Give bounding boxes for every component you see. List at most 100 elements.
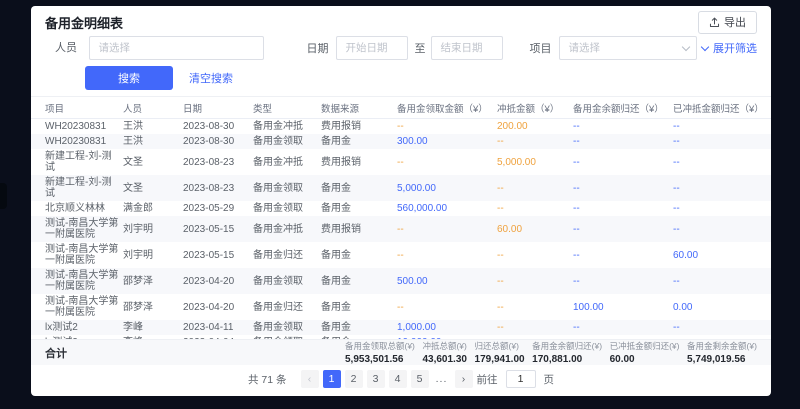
amount-cell: --	[397, 242, 497, 268]
table-row[interactable]: 北京顺义林林满金郎2023-05-29备用金领取备用金560,000.00---…	[31, 201, 771, 216]
table-row[interactable]: lx测试2李峰2023-04-11备用金领取备用金1,000.00------	[31, 320, 771, 335]
type-cell: 备用金归还	[253, 242, 321, 268]
page-button[interactable]: 1	[323, 370, 341, 388]
person-filter: 人员	[45, 36, 264, 60]
amount-cell: 1,000.00	[397, 320, 497, 335]
source-cell: 费用报销	[321, 119, 397, 134]
column-header: 类型	[253, 97, 321, 119]
prev-page-button[interactable]: ‹	[301, 370, 319, 388]
source-cell: 备用金	[321, 268, 397, 294]
amount-cell: --	[397, 119, 497, 134]
summary-stat-label: 备用金余额归还(¥)	[532, 340, 602, 352]
summary-title: 合计	[45, 345, 67, 361]
project-cell: 新建工程-刘-测试	[31, 175, 123, 201]
table-row[interactable]: WH20230831王洪2023-08-30备用金领取备用金300.00----…	[31, 134, 771, 149]
page-button[interactable]: 2	[345, 370, 363, 388]
date-cell: 2023-08-30	[183, 134, 253, 149]
date-end-input[interactable]	[431, 36, 503, 60]
summary-stat: 备用金剩余金额(¥)5,749,019.56	[687, 340, 757, 365]
project-cell: WH20230831	[31, 134, 123, 149]
amount-cell: --	[673, 175, 771, 201]
page-button[interactable]: 4	[389, 370, 407, 388]
date-cell: 2023-05-15	[183, 216, 253, 242]
chevron-down-icon	[701, 43, 709, 51]
source-cell: 备用金	[321, 242, 397, 268]
amount-cell: 200.00	[497, 119, 573, 134]
amount-cell: --	[573, 201, 673, 216]
summary-stat-value: 60.00	[610, 354, 680, 365]
drawer-handle[interactable]	[0, 183, 7, 209]
table-row[interactable]: 测试-南昌大学第一附属医院邵梦泽2023-04-20备用金领取备用金500.00…	[31, 268, 771, 294]
expand-filters-label: 展开筛选	[713, 40, 757, 56]
amount-cell: 60.00	[497, 216, 573, 242]
project-cell: 测试-南昌大学第一附属医院	[31, 242, 123, 268]
export-button[interactable]: 导出	[698, 11, 757, 34]
amount-cell: 560,000.00	[397, 201, 497, 216]
project-select[interactable]	[559, 36, 697, 60]
expand-filters-link[interactable]: 展开筛选	[702, 40, 757, 56]
table-row[interactable]: 测试-南昌大学第一附属医院刘宇明2023-05-15备用金归还备用金------…	[31, 242, 771, 268]
date-filter-label: 日期	[306, 40, 328, 56]
project-filter-label: 项目	[529, 40, 551, 56]
source-cell: 备用金	[321, 294, 397, 320]
person-cell: 王洪	[123, 119, 183, 134]
summary-row: 合计 备用金领取总额(¥)5,953,501.56冲抵总额(¥)43,601.3…	[31, 339, 771, 365]
table-row[interactable]: WH20230831王洪2023-08-30备用金冲抵费用报销--200.00-…	[31, 119, 771, 134]
amount-cell: --	[497, 320, 573, 335]
amount-cell: --	[673, 268, 771, 294]
more-pages-ellipsis[interactable]: ...	[433, 370, 451, 388]
search-button[interactable]: 搜索	[85, 66, 173, 90]
petty-cash-panel: 备用金明细表 导出 人员 日期 至 项目	[31, 6, 771, 396]
page-button[interactable]: 3	[367, 370, 385, 388]
export-icon	[709, 17, 720, 28]
pagination: 共 71 条 ‹ 12345... › 前往 页	[31, 369, 771, 389]
summary-stat: 已冲抵金额归还(¥) 60.00	[610, 340, 680, 365]
source-cell: 备用金	[321, 320, 397, 335]
clear-search-link[interactable]: 清空搜索	[189, 70, 233, 86]
date-start-input[interactable]	[336, 36, 408, 60]
table-row[interactable]: 新建工程-刘-测试文圣2023-08-23备用金冲抵费用报销--5,000.00…	[31, 149, 771, 175]
date-range-separator: 至	[414, 40, 425, 56]
page-button[interactable]: 5	[411, 370, 429, 388]
summary-stat-value: 5,749,019.56	[687, 354, 757, 365]
type-cell: 备用金冲抵	[253, 216, 321, 242]
goto-page-input[interactable]	[506, 370, 536, 388]
person-cell: 文圣	[123, 175, 183, 201]
page-title: 备用金明细表	[45, 13, 123, 32]
type-cell: 备用金冲抵	[253, 119, 321, 134]
goto-suffix: 页	[544, 372, 555, 387]
table-row[interactable]: 测试-南昌大学第一附属医院邵梦泽2023-04-20备用金归还备用金----10…	[31, 294, 771, 320]
person-select[interactable]	[89, 36, 264, 60]
table-scroll-area[interactable]: WH20230831王洪2023-08-30备用金冲抵费用报销--200.00-…	[31, 119, 771, 339]
amount-cell: 500.00	[397, 268, 497, 294]
table-row[interactable]: 新建工程-刘-测试文圣2023-08-23备用金领取备用金5,000.00---…	[31, 175, 771, 201]
table-row[interactable]: 测试-南昌大学第一附属医院刘宇明2023-05-15备用金冲抵费用报销--60.…	[31, 216, 771, 242]
amount-cell: 5,000.00	[497, 149, 573, 175]
summary-stat-label: 已冲抵金额归还(¥)	[610, 340, 680, 352]
table-header-row: 项目人员日期类型数据来源备用金领取金额（¥）冲抵金额（¥）备用金余额归还（¥）已…	[31, 97, 771, 119]
next-page-button[interactable]: ›	[455, 370, 473, 388]
column-header: 项目	[31, 97, 123, 119]
type-cell: 备用金领取	[253, 268, 321, 294]
date-filter: 日期 至	[306, 36, 503, 60]
project-filter: 项目	[529, 36, 697, 60]
summary-stat-value: 5,953,501.56	[345, 354, 415, 365]
project-cell: lx测试2	[31, 320, 123, 335]
summary-stat-label: 归还总额(¥)	[475, 340, 525, 352]
project-select-input[interactable]	[559, 36, 697, 60]
source-cell: 费用报销	[321, 149, 397, 175]
summary-stats: 备用金领取总额(¥)5,953,501.56冲抵总额(¥)43,601.30归还…	[345, 340, 757, 365]
summary-stat-value: 170,881.00	[532, 354, 602, 365]
amount-cell: 100.00	[573, 294, 673, 320]
person-cell: 邵梦泽	[123, 294, 183, 320]
amount-cell: --	[397, 294, 497, 320]
goto-label: 前往	[477, 372, 498, 387]
column-header: 冲抵金额（¥）	[497, 97, 573, 119]
source-cell: 备用金	[321, 134, 397, 149]
page-buttons: 12345...	[323, 370, 451, 388]
date-cell: 2023-04-11	[183, 320, 253, 335]
amount-cell: --	[573, 216, 673, 242]
action-row: 搜索 清空搜索	[31, 66, 771, 90]
pagination-total: 共 71 条	[248, 372, 287, 387]
amount-cell: --	[397, 216, 497, 242]
